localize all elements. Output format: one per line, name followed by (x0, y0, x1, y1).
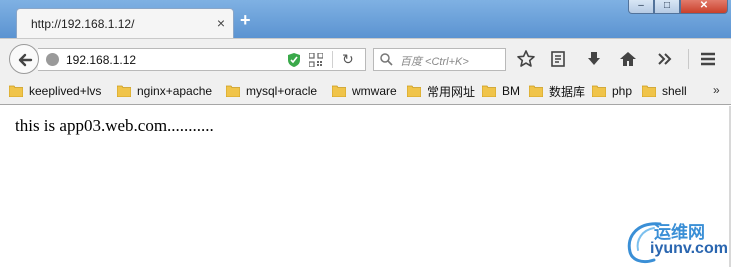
bookmark-folder[interactable]: 常用网址 (407, 83, 475, 99)
shield-icon[interactable] (287, 52, 301, 68)
search-bar[interactable]: 百度 <Ctrl+K> (373, 48, 506, 71)
reload-icon[interactable]: ↻ (342, 51, 354, 68)
tab-close-icon[interactable]: × (217, 15, 225, 31)
bookmark-folder[interactable]: wmware (332, 83, 397, 99)
globe-icon (46, 53, 59, 66)
close-window-button[interactable]: ✕ (680, 0, 728, 14)
folder-icon (407, 85, 421, 97)
tab-title: http://192.168.1.12/ (31, 17, 135, 31)
star-icon[interactable] (516, 49, 536, 69)
bookmark-label: keeplived+lvs (29, 84, 102, 98)
url-bar[interactable]: 192.168.1.12 ↻ (38, 48, 366, 71)
bookmark-folder[interactable]: php (592, 83, 632, 99)
bookmark-folder[interactable]: nginx+apache (117, 83, 212, 99)
folder-icon (9, 85, 23, 97)
folder-icon (117, 85, 131, 97)
bookmark-folder[interactable]: mysql+oracle (226, 83, 317, 99)
menu-icon[interactable] (698, 49, 718, 69)
download-icon[interactable] (584, 49, 604, 69)
folder-icon (592, 85, 606, 97)
folder-icon (642, 85, 656, 97)
bookmark-folder[interactable]: 数据库 (529, 83, 585, 99)
url-input[interactable]: 192.168.1.12 (66, 53, 136, 67)
folder-icon (529, 85, 543, 97)
bookmark-folder[interactable]: keeplived+lvs (9, 83, 101, 99)
minimize-button[interactable]: – (628, 0, 654, 14)
bookmark-label: shell (662, 84, 687, 98)
nav-bar: 192.168.1.12 ↻ 百度 <Ctrl+K> (0, 38, 731, 77)
back-button[interactable] (9, 44, 39, 74)
url-divider (332, 51, 333, 68)
reading-list-icon[interactable] (548, 49, 568, 69)
minimize-icon: – (638, 0, 644, 11)
tab-active[interactable]: http://192.168.1.12/ × (16, 8, 234, 39)
bookmark-label: nginx+apache (137, 84, 213, 98)
folder-icon (332, 85, 346, 97)
title-bar: http://192.168.1.12/ × + – □ ✕ (0, 0, 731, 39)
back-icon (18, 53, 33, 67)
close-icon: ✕ (699, 0, 709, 11)
new-tab-button[interactable]: + (240, 11, 251, 29)
watermark-logo: 运维网 iyunv.com (624, 218, 729, 264)
folder-icon (226, 85, 240, 97)
qr-code-icon[interactable] (309, 53, 323, 67)
bookmarks-overflow-icon[interactable]: » (713, 83, 720, 97)
bookmark-label: mysql+oracle (246, 84, 318, 98)
bookmark-label: BM (502, 84, 520, 98)
bookmark-label: php (612, 84, 633, 98)
bookmark-label: wmware (352, 84, 397, 98)
home-icon[interactable] (618, 49, 638, 69)
watermark-en-text: iyunv.com (650, 240, 728, 257)
search-icon (380, 53, 393, 66)
page-content: this is app03.web.com........... (0, 106, 731, 267)
toolbar-divider (688, 49, 689, 69)
bookmark-label: 常用网址 (427, 84, 476, 99)
search-placeholder: 百度 <Ctrl+K> (400, 56, 469, 68)
bookmarks-bar: keeplived+lvs nginx+apache mysql+oracle … (0, 77, 731, 105)
maximize-button[interactable]: □ (654, 0, 680, 14)
folder-icon (482, 85, 496, 97)
bookmark-folder[interactable]: BM (482, 83, 520, 99)
overflow-chevrons-icon[interactable] (654, 49, 674, 69)
maximize-icon: □ (663, 0, 671, 11)
bookmark-label: 数据库 (549, 84, 586, 99)
bookmark-folder[interactable]: shell (642, 83, 687, 99)
page-body-text: this is app03.web.com........... (15, 116, 214, 135)
